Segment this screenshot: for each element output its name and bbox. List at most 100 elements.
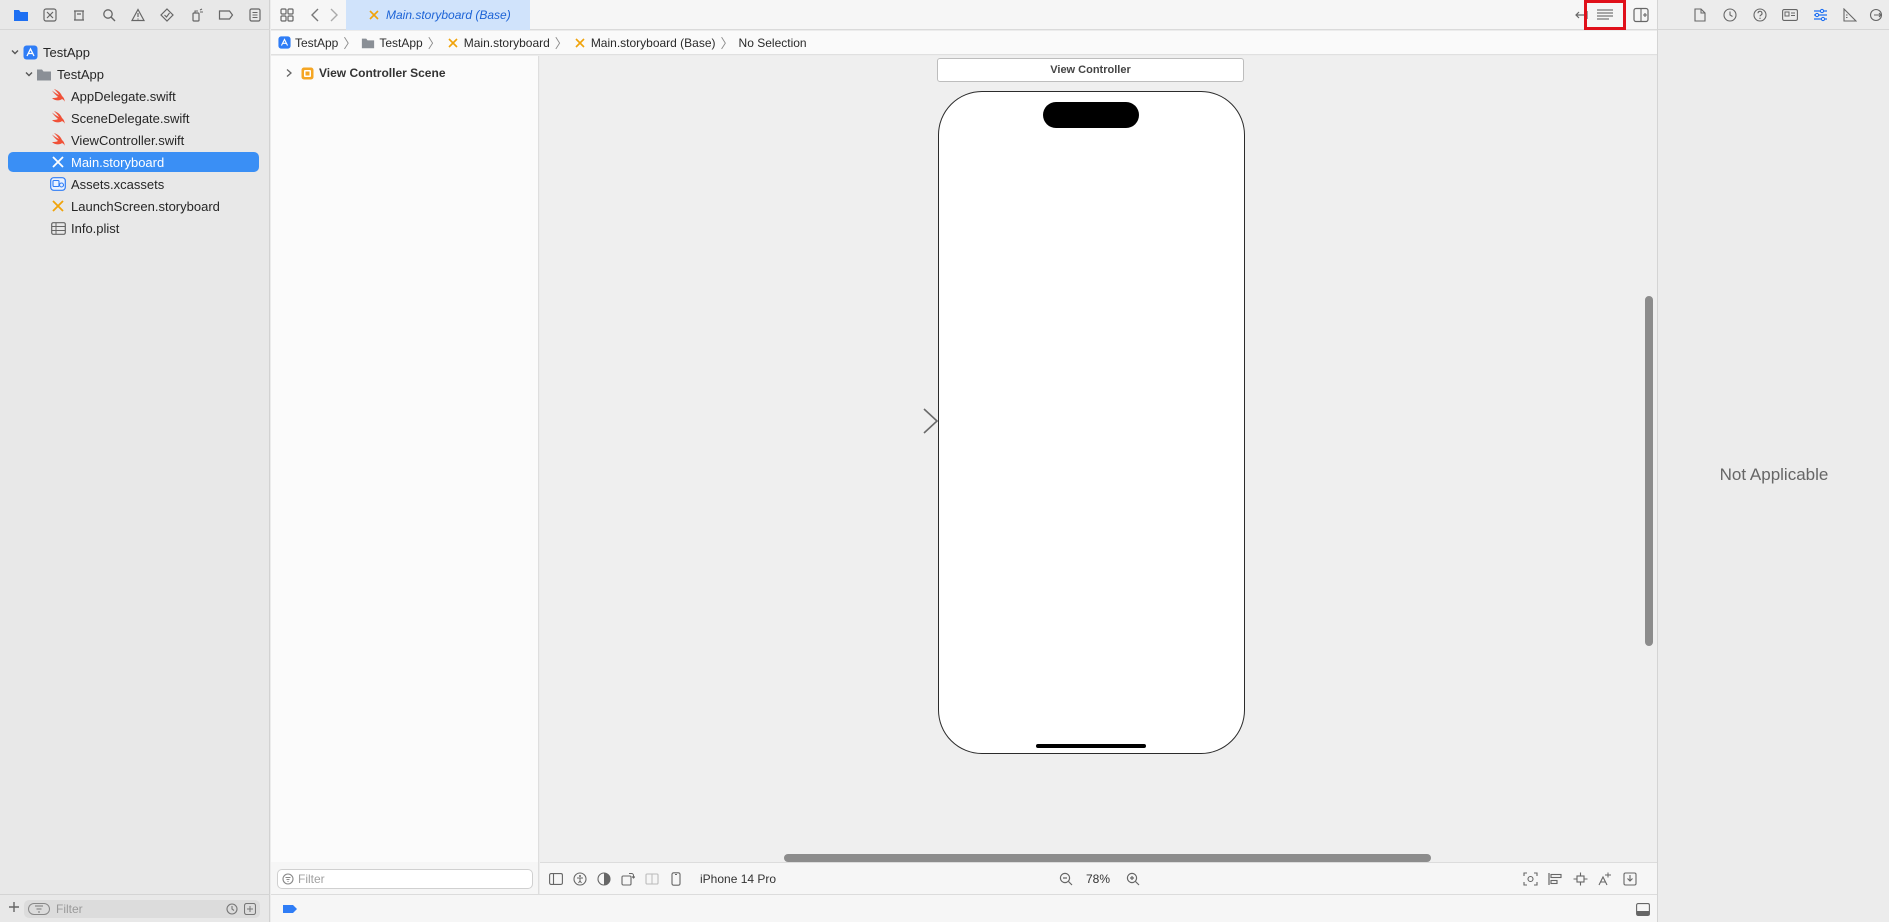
tree-item-project[interactable]: TestApp [8,42,259,62]
tree-item-file[interactable]: SceneDelegate.swift [8,108,259,128]
folder-icon [36,66,52,82]
add-icon[interactable] [8,901,20,913]
resolve-autolayout-icon[interactable] [1597,871,1613,887]
project-navigator: TestApp TestApp AppDelegate.swift SceneD… [0,0,270,922]
device-selector[interactable]: iPhone 14 Pro [700,872,776,886]
breadcrumb-item-group[interactable]: TestApp [361,36,423,50]
tree-item-label: SceneDelegate.swift [71,110,190,126]
filter-options-icon[interactable] [28,903,50,915]
chevron-down-icon[interactable] [8,45,22,59]
zoom-in-icon[interactable] [1125,871,1141,887]
tree-item-group[interactable]: TestApp [8,64,259,84]
outline-item-scene[interactable]: View Controller Scene [285,66,446,80]
breadcrumb-separator: 〉 [343,36,357,51]
debug-navigator-spray-icon[interactable] [182,0,211,30]
breadcrumb-item-file[interactable]: Main.storyboard [446,36,550,50]
tree-item-file[interactable]: Assets.xcassets [8,174,259,194]
issue-navigator-warning-icon[interactable] [123,0,152,30]
navigator-toolbar [0,0,270,30]
tree-item-label: TestApp [57,66,104,82]
breakpoint-navigator-icon[interactable] [211,0,240,30]
project-navigator-folder-icon[interactable] [6,0,35,30]
size-class-icon[interactable] [644,871,660,887]
tree-item-file[interactable]: Info.plist [8,218,259,238]
swift-file-icon [50,110,66,126]
accessibility-icon[interactable] [572,871,588,887]
home-indicator [1036,744,1146,748]
tree-item-label: TestApp [43,44,90,60]
zoom-out-icon[interactable] [1058,871,1074,887]
connections-inspector-arrow-icon[interactable] [1868,7,1884,23]
breadcrumb-item-selection[interactable]: No Selection [739,36,807,50]
test-navigator-diamond-icon[interactable] [153,0,182,30]
view-controller-device-frame[interactable] [938,91,1245,754]
identity-inspector-card-icon[interactable] [1782,7,1798,23]
folder-icon [361,36,375,50]
app-project-icon [22,44,38,60]
report-navigator-icon[interactable] [241,0,270,30]
document-outline: View Controller Scene [271,56,539,894]
inspector-empty-message: Not Applicable [1719,465,1829,484]
inspector-panel: Not Applicable [1657,0,1889,922]
toggle-debug-area-icon[interactable] [1636,903,1650,916]
file-inspector-document-icon[interactable] [1692,7,1708,23]
plist-table-icon [50,220,66,236]
forward-chevron-icon[interactable] [329,7,339,23]
appearance-icon[interactable] [596,871,612,887]
symbol-navigator-icon[interactable] [65,0,94,30]
storyboard-canvas[interactable]: View Controller [540,56,1657,862]
outline-filter-field[interactable]: Filter [277,869,533,889]
recent-files-clock-icon[interactable] [226,903,238,915]
source-control-filter-icon[interactable] [244,903,256,915]
breadcrumb-separator: 〉 [427,36,441,51]
add-constraints-icon[interactable] [1572,871,1588,887]
breadcrumb-item-localization[interactable]: Main.storyboard (Base) [573,36,716,50]
back-chevron-icon[interactable] [310,7,320,23]
breadcrumb-separator: 〉 [720,36,734,51]
breadcrumb-separator: 〉 [554,36,568,51]
tree-item-label: LaunchScreen.storyboard [71,198,220,214]
source-control-icon[interactable] [35,0,64,30]
editor-tab-bar: Main.storyboard (Base) [271,0,1657,30]
toggle-outline-sidebar-icon[interactable] [548,871,564,887]
attributes-inspector-sliders-icon[interactable] [1812,7,1828,23]
tab-label: Main.storyboard (Base) [386,8,511,22]
outline-filter-placeholder: Filter [298,872,325,886]
tree-item-file-selected[interactable]: Main.storyboard [8,152,259,172]
tree-item-label: ViewController.swift [71,132,185,148]
related-items-grid-icon[interactable] [280,8,294,22]
zoom-level[interactable]: 78% [1086,872,1110,886]
vertical-scrollbar[interactable] [1645,296,1653,646]
tree-item-file[interactable]: LaunchScreen.storyboard [8,196,259,216]
orientation-icon[interactable] [620,871,636,887]
filter-icon [282,873,294,885]
tree-item-file[interactable]: ViewController.swift [8,130,259,150]
tree-item-label: Main.storyboard [71,154,165,170]
initial-view-controller-arrow-icon[interactable] [860,406,940,436]
quick-help-question-icon[interactable] [1752,7,1768,23]
chevron-right-icon[interactable] [285,68,293,78]
update-frames-icon[interactable] [1522,871,1538,887]
tree-item-file[interactable]: AppDelegate.swift [8,86,259,106]
device-phone-icon[interactable] [668,871,684,887]
swift-file-icon [50,88,66,104]
embed-in-icon[interactable] [1622,871,1638,887]
history-clock-icon[interactable] [1722,7,1738,23]
storyboard-file-icon [368,9,380,21]
horizontal-scrollbar[interactable] [784,854,1431,862]
storyboard-file-icon [446,36,460,50]
size-inspector-ruler-icon[interactable] [1842,7,1858,23]
add-editor-split-icon[interactable] [1633,7,1649,23]
scene-title-bar[interactable]: View Controller [937,58,1244,82]
debug-area-bar [271,894,1657,922]
navigator-filter-field[interactable]: Filter [24,900,260,918]
breadcrumb-label: No Selection [738,35,807,50]
breadcrumb-item-project[interactable]: TestApp [277,36,338,50]
tree-item-label: AppDelegate.swift [71,88,176,104]
assets-catalog-icon [50,176,66,192]
breakpoints-toggle-icon[interactable] [282,904,298,914]
find-navigator-search-icon[interactable] [94,0,123,30]
align-icon[interactable] [1547,871,1563,887]
tab-main-storyboard[interactable]: Main.storyboard (Base) [346,0,530,30]
chevron-down-icon[interactable] [22,67,36,81]
